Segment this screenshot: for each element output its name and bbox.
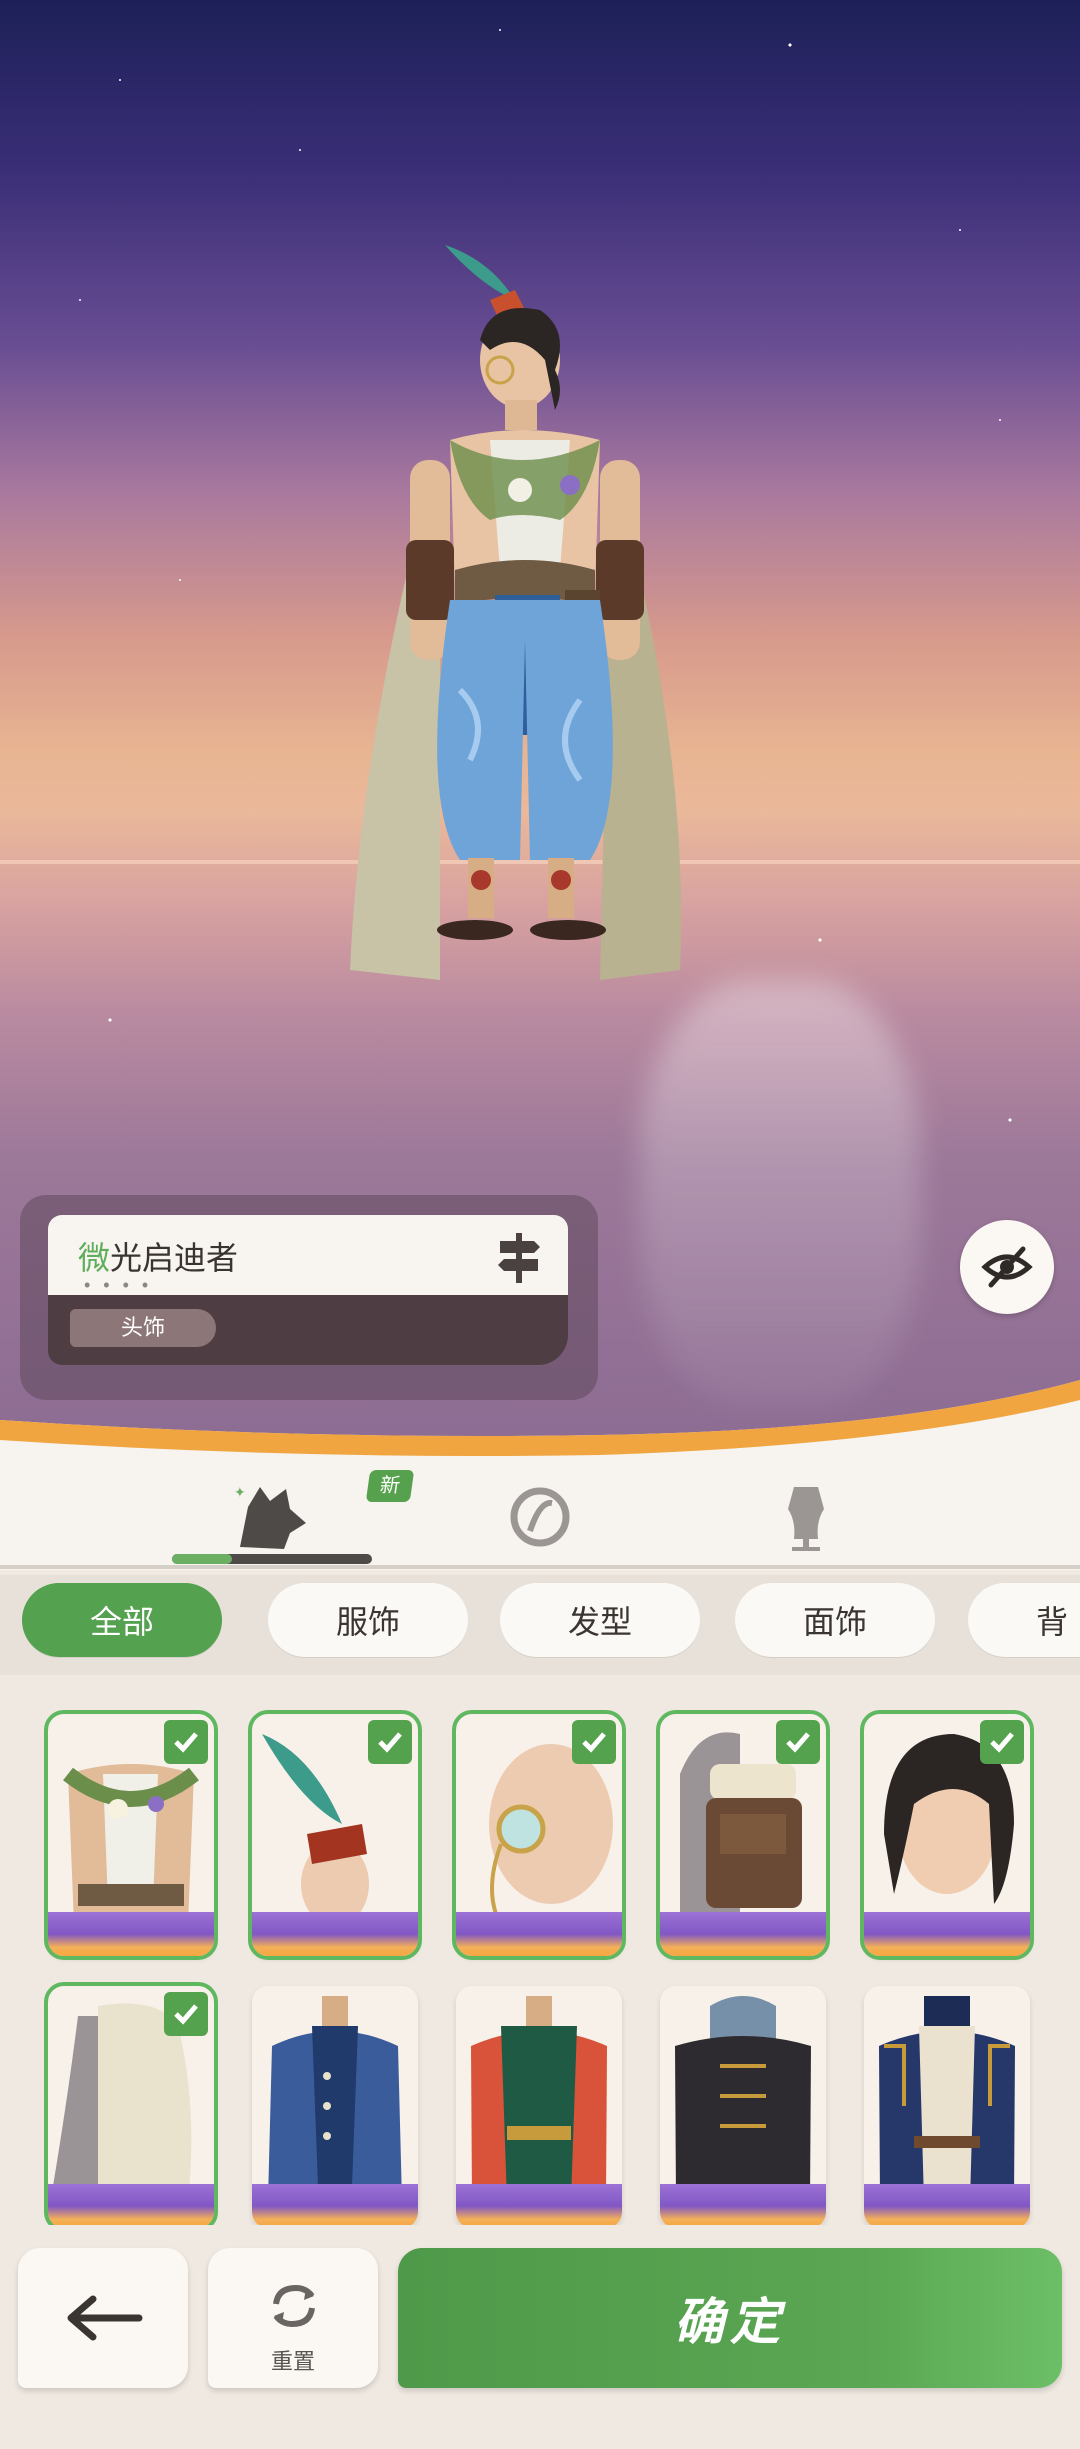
check-icon: [776, 1720, 820, 1764]
item-card-face-monocle[interactable]: [452, 1710, 626, 1960]
check-icon: [368, 1720, 412, 1764]
item-card-outfit-navy-gold[interactable]: [864, 1986, 1030, 2225]
signpost-icon[interactable]: [496, 1229, 542, 1285]
rarity-base: [48, 1912, 214, 1956]
filter-chip-all[interactable]: 全部: [22, 1583, 222, 1657]
item-rating-dots: • • • •: [84, 1275, 153, 1295]
rarity-base: [456, 1912, 622, 1956]
item-card-outfit-green-robe[interactable]: [456, 1986, 622, 2225]
rarity-base: [252, 1912, 418, 1956]
mannequin-icon: [788, 1487, 824, 1551]
filter-chip-back[interactable]: 背: [968, 1583, 1080, 1657]
eye-toggle-button[interactable]: [960, 1220, 1054, 1314]
back-arrow-icon: [67, 2295, 143, 2341]
tab-underline-indicator: [172, 1554, 372, 1564]
item-card-back-backpack[interactable]: [656, 1710, 830, 1960]
eye-hidden-icon: [981, 1246, 1033, 1288]
rarity-base: [864, 2184, 1030, 2225]
item-card-outfit-dark-jacket[interactable]: [660, 1986, 826, 2225]
svg-text:✦: ✦: [234, 1484, 246, 1500]
filter-chip-face[interactable]: 面饰: [735, 1583, 935, 1657]
item-name: 微光启迪者: [78, 1233, 238, 1279]
item-grid: [0, 1680, 1080, 2225]
rarity-base: [456, 2184, 622, 2225]
tab-makeup[interactable]: [480, 1472, 600, 1562]
category-tab-bar: ✦: [0, 1460, 1080, 1570]
item-name-rest: 光启迪者: [110, 1240, 239, 1276]
confirm-button[interactable]: 确定: [398, 2248, 1062, 2388]
rarity-base: [864, 1912, 1030, 1956]
filter-chip-hairstyle[interactable]: 发型: [500, 1583, 700, 1657]
filter-chip-row: 全部 服饰 发型 面饰 背: [0, 1575, 1080, 1675]
bottom-action-bar: 重置 确定: [0, 2225, 1080, 2449]
wolf-head-icon: ✦: [234, 1484, 306, 1549]
player-character[interactable]: [340, 240, 710, 1120]
rarity-base: [252, 2184, 418, 2225]
rarity-base: [660, 1912, 826, 1956]
item-card-outfit-blue-coat[interactable]: [252, 1986, 418, 2225]
reset-button[interactable]: 重置: [208, 2248, 378, 2388]
refresh-icon: [273, 2284, 315, 2328]
new-badge: 新: [365, 1470, 415, 1502]
filter-chip-clothing[interactable]: 服饰: [268, 1583, 468, 1657]
check-icon: [164, 1720, 208, 1764]
item-category-tag: 头饰: [70, 1309, 216, 1347]
item-card-outfit-flower-vest[interactable]: [44, 1710, 218, 1960]
rarity-base: [48, 2184, 214, 2225]
check-icon: [572, 1720, 616, 1764]
rarity-base: [660, 2184, 826, 2225]
item-card-headwear-feather-hat[interactable]: [248, 1710, 422, 1960]
item-name-box: 微光启迪者 • • • •: [48, 1215, 568, 1295]
check-icon: [980, 1720, 1024, 1764]
makeup-palette-icon: [510, 1487, 570, 1547]
item-info-card: 微光启迪者 • • • • 头饰: [20, 1195, 598, 1400]
item-name-highlight: 微: [78, 1240, 111, 1276]
back-button[interactable]: [18, 2248, 188, 2388]
tab-wardrobe[interactable]: ✦: [212, 1472, 332, 1562]
confirm-label: 确定: [674, 2292, 786, 2351]
tab-mannequin[interactable]: [746, 1472, 866, 1562]
tab-divider: [0, 1565, 1080, 1569]
reset-label: 重置: [270, 2349, 315, 2374]
item-card-cape-cream[interactable]: [44, 1982, 218, 2225]
item-card-hair-black-swept[interactable]: [860, 1710, 1034, 1960]
item-tag-area: 头饰: [48, 1295, 568, 1365]
check-icon: [164, 1992, 208, 2036]
